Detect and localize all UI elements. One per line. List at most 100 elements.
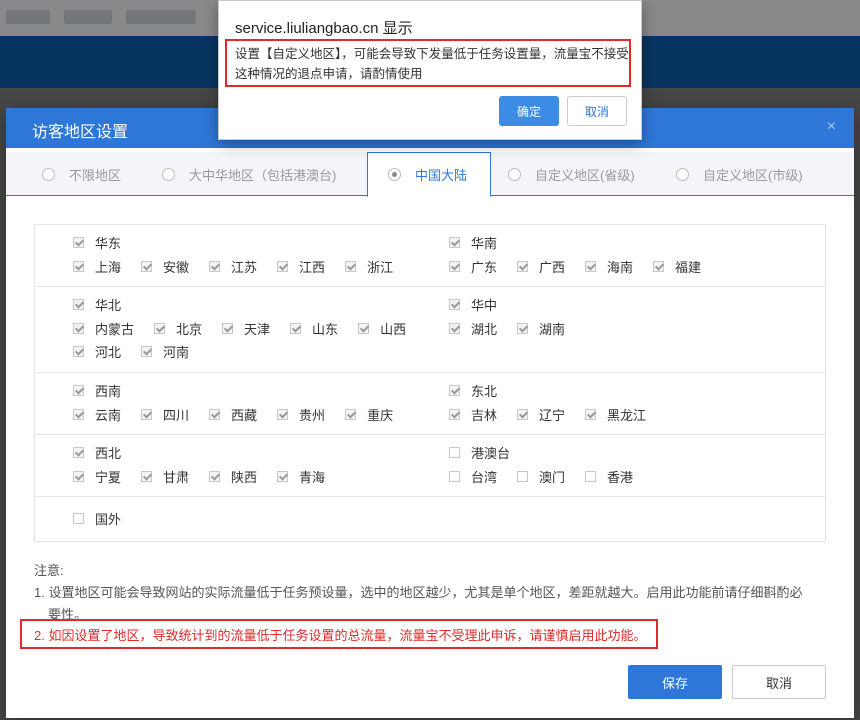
checkbox-label: 香港 [607,470,634,485]
province-checkbox[interactable]: 山西 [358,319,406,338]
region-tabs: 不限地区 大中华地区（包括港澳台) 中国大陆 自定义地区(省级) 自定义地区(市… [6,152,854,197]
checkbox-label: 华东 [95,236,122,251]
checkbox-icon [345,261,357,272]
province-checkbox[interactable]: 福建 [653,257,701,276]
province-checkbox[interactable]: 辽宁 [517,405,565,424]
tab-greater-china[interactable]: 大中华地区（包括港澳台) [146,152,366,196]
checkbox-icon [345,409,357,420]
checkbox-label: 甘肃 [163,470,190,485]
checkbox-icon [141,346,153,357]
province-checkbox[interactable]: 宁夏 [73,467,121,486]
checkbox-icon [73,323,84,334]
province-checkbox[interactable]: 吉林 [449,405,497,424]
checkbox-icon [517,261,529,272]
province-checkbox[interactable]: 河北 [73,342,121,361]
tab-custom-province[interactable]: 自定义地区(省级) [508,152,668,196]
province-checkbox[interactable]: 内蒙古 [73,319,134,338]
group-checkbox[interactable]: 华北 [73,295,121,314]
checkbox-icon [585,471,597,482]
group-checkbox[interactable]: 港澳台 [449,443,510,462]
group-checkbox[interactable]: 华南 [449,233,497,252]
checkbox-label: 辽宁 [539,408,566,423]
checkbox-label: 上海 [95,260,122,275]
region-section: 西北宁夏 甘肃 陕西 青海 港澳台台湾 澳门 香港 [35,435,825,497]
alert-cancel-button[interactable]: 取消 [567,96,627,126]
checkbox-label: 宁夏 [95,470,122,485]
province-checkbox[interactable]: 黑龙江 [585,405,646,424]
province-checkbox[interactable]: 上海 [73,257,121,276]
checkbox-icon [141,471,153,482]
province-checkbox[interactable]: 安徽 [141,257,189,276]
alert-title: service.liuliangbao.cn 显示 [235,20,413,37]
checkbox-icon [209,409,221,420]
radio-icon [42,167,55,181]
province-checkbox[interactable]: 浙江 [345,257,393,276]
region-section: 国外 [35,497,825,541]
alert-message-line: 这种情况的退点申请，请酌情使用 [235,67,423,81]
group-checkbox[interactable]: 华中 [449,295,497,314]
close-icon[interactable]: × [827,118,836,136]
province-checkbox[interactable]: 台湾 [449,467,497,486]
checkbox-label: 黑龙江 [607,408,647,423]
checkbox-icon [653,261,665,272]
checkbox-label: 吉林 [471,408,498,423]
province-checkbox[interactable]: 四川 [141,405,189,424]
group-checkbox[interactable]: 东北 [449,381,497,400]
province-checkbox[interactable]: 海南 [585,257,633,276]
tab-custom-city[interactable]: 自定义地区(市级) [674,152,844,196]
checkbox-icon [73,299,84,310]
checkbox-label: 华中 [471,298,498,313]
province-checkbox[interactable]: 湖南 [517,319,565,338]
alert-ok-button[interactable]: 确定 [499,96,559,126]
checkbox-icon [209,261,221,272]
province-checkbox[interactable]: 北京 [154,319,202,338]
group-checkbox[interactable]: 国外 [73,509,121,528]
tab-mainland-china[interactable]: 中国大陆 [367,152,491,197]
browser-alert: service.liuliangbao.cn 显示 设置【自定义地区】，可能会导… [218,0,642,140]
province-checkbox[interactable]: 江苏 [209,257,257,276]
checkbox-label: 福建 [675,260,702,275]
checkbox-label: 重庆 [367,408,394,423]
alert-message-line: 设置【自定义地区】，可能会导致下发量低于任务设置量，流量宝不接受 [235,47,629,61]
province-checkbox[interactable]: 天津 [222,319,270,338]
save-button[interactable]: 保存 [628,665,722,699]
checkbox-icon [517,323,529,334]
province-checkbox[interactable]: 陕西 [209,467,257,486]
province-checkbox[interactable]: 广西 [517,257,565,276]
tab-label: 自定义地区(省级) [535,167,635,183]
province-checkbox[interactable]: 青海 [277,467,325,486]
checkbox-icon [154,323,166,334]
checkbox-icon [141,261,153,272]
group-checkbox[interactable]: 华东 [73,233,121,252]
checkbox-label: 东北 [471,384,498,399]
cancel-button[interactable]: 取消 [732,665,826,699]
group-checkbox[interactable]: 西南 [73,381,121,400]
checkbox-label: 湖南 [539,322,566,337]
province-checkbox[interactable]: 贵州 [277,405,325,424]
radio-icon [508,167,521,181]
province-checkbox[interactable]: 广东 [449,257,497,276]
tab-unlimited[interactable]: 不限地区 [6,152,142,196]
province-checkbox[interactable]: 澳门 [517,467,565,486]
province-checkbox[interactable]: 重庆 [345,405,393,424]
tab-label: 大中华地区（包括港澳台) [189,167,337,183]
note-item-2-warning: 2. 如因设置了地区，导致统计到的流量低于任务设置的总流量，流量宝不受理此申诉，… [20,619,658,649]
checkbox-icon [449,237,460,248]
checkbox-icon [290,323,302,334]
group-checkbox[interactable]: 西北 [73,443,121,462]
region-section: 西南云南 四川 西藏 贵州 重庆 东北吉林 辽宁 黑龙江 [35,373,825,435]
region-section: 华东上海 安徽 江苏 江西 浙江 华南广东 广西 海南 福建 [35,225,825,287]
province-checkbox[interactable]: 湖北 [449,319,497,338]
checkbox-label: 云南 [95,408,122,423]
checkbox-label: 河南 [163,345,190,360]
province-checkbox[interactable]: 甘肃 [141,467,189,486]
province-checkbox[interactable]: 西藏 [209,405,257,424]
checkbox-label: 江西 [299,260,326,275]
province-checkbox[interactable]: 江西 [277,257,325,276]
checkbox-icon [73,346,84,357]
province-checkbox[interactable]: 山东 [290,319,338,338]
province-checkbox[interactable]: 香港 [585,467,633,486]
province-checkbox[interactable]: 云南 [73,405,121,424]
province-checkbox[interactable]: 河南 [141,342,189,361]
checkbox-icon [277,409,289,420]
